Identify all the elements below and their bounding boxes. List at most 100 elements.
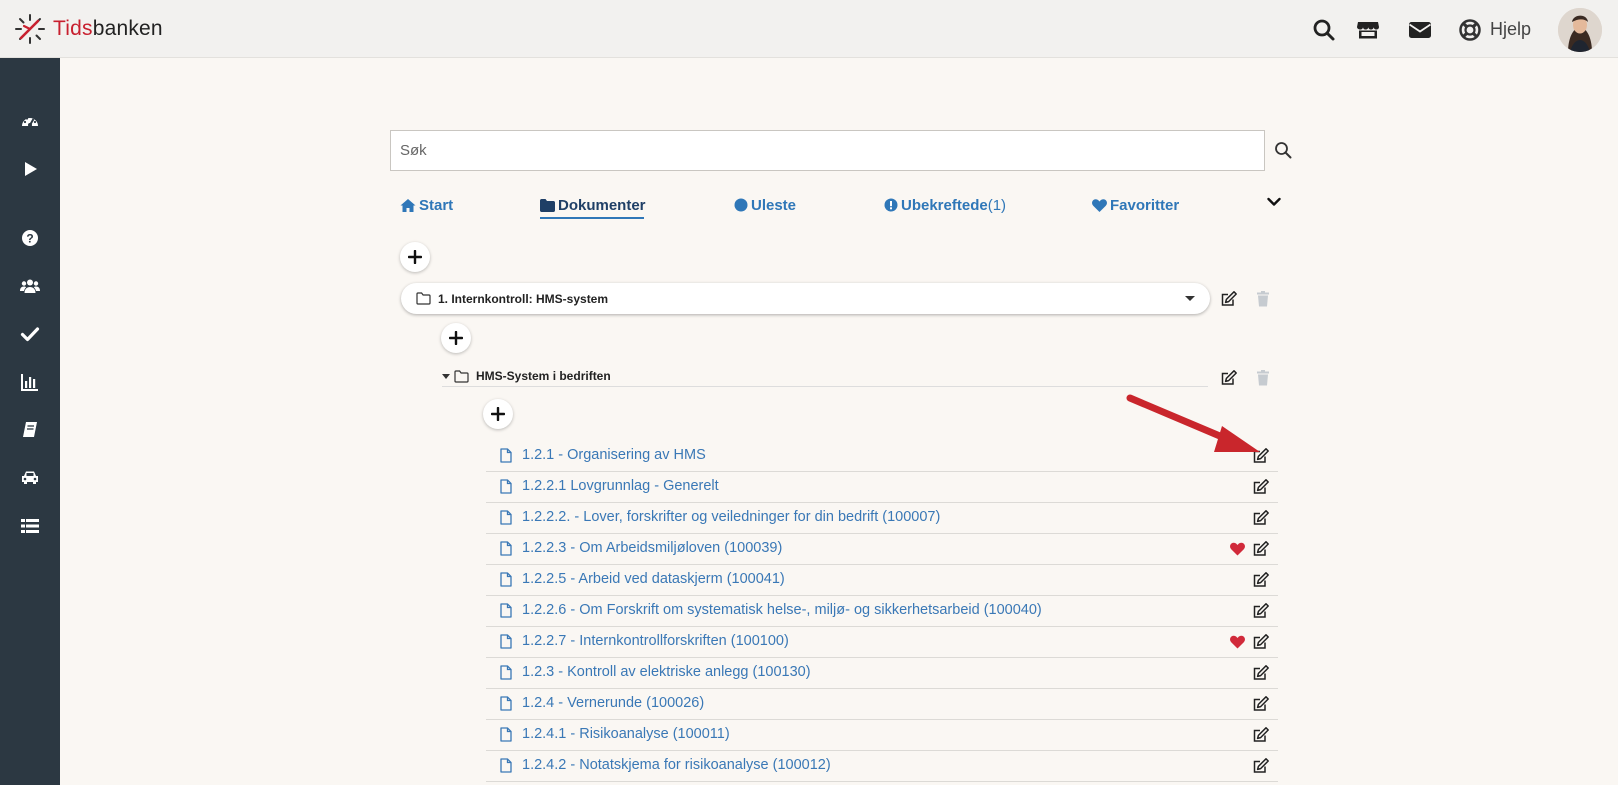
edit-icon[interactable] [1252, 633, 1270, 651]
document-row: 1.2.2.1 Lovgrunnlag - Generelt [486, 472, 1278, 503]
tab-favoritter-label: Favoritter [1110, 196, 1180, 214]
document-title: 1.2.2.7 - Internkontrollforskriften (100… [522, 633, 789, 649]
chevron-down-icon[interactable] [1266, 194, 1282, 210]
subfolder-row[interactable]: HMS-System i bedriften [442, 366, 1208, 387]
search-input[interactable] [390, 130, 1265, 171]
users-icon[interactable] [20, 276, 40, 296]
document-row: 1.2.3 - Kontroll av elektriske anlegg (1… [486, 658, 1278, 689]
subfolder-name: HMS-System i bedriften [476, 369, 611, 383]
file-icon [500, 540, 512, 556]
edit-icon[interactable] [1252, 571, 1270, 589]
document-row: 1.2.4.1 - Risikoanalyse (100011) [486, 720, 1278, 751]
edit-icon[interactable] [1252, 602, 1270, 620]
favorite-heart-icon[interactable] [1230, 635, 1245, 649]
document-title: 1.2.4.2 - Notatskjema for risikoanalyse … [522, 757, 831, 773]
tab-start[interactable]: Start [400, 193, 453, 217]
car-icon[interactable] [20, 468, 40, 488]
document-row: 1.2.2.3 - Om Arbeidsmiljøloven (100039) [486, 534, 1278, 565]
logo[interactable]: Tidsbanken [14, 13, 163, 45]
document-link[interactable]: 1.2.2.1 Lovgrunnlag - Generelt [500, 478, 719, 494]
tab-favoritter[interactable]: Favoritter [1092, 193, 1179, 217]
list-icon[interactable] [20, 516, 40, 536]
file-icon [500, 726, 512, 742]
document-link[interactable]: 1.2.2.6 - Om Forskrift om systematisk he… [500, 602, 1042, 618]
document-link[interactable]: 1.2.2.3 - Om Arbeidsmiljøloven (100039) [500, 540, 782, 556]
file-icon [500, 633, 512, 649]
document-title: 1.2.3 - Kontroll av elektriske anlegg (1… [522, 664, 811, 680]
caret-down-icon [1185, 296, 1195, 301]
file-icon [500, 602, 512, 618]
check-icon[interactable] [20, 324, 40, 344]
file-icon [500, 757, 512, 773]
document-link[interactable]: 1.2.4 - Vernerunde (100026) [500, 695, 704, 711]
tab-dokumenter-label: Dokumenter [558, 196, 646, 214]
tab-dokumenter[interactable]: Dokumenter [540, 193, 646, 217]
exclamation-icon [884, 198, 898, 212]
document-link[interactable]: 1.2.2.5 - Arbeid ved dataskjerm (100041) [500, 571, 785, 587]
tab-uleste[interactable]: Uleste [734, 193, 796, 217]
document-title: 1.2.4 - Vernerunde (100026) [522, 695, 705, 711]
lifebuoy-icon[interactable] [1458, 18, 1482, 42]
avatar[interactable] [1558, 8, 1602, 52]
trash-icon[interactable] [1254, 369, 1272, 387]
document-link[interactable]: 1.2.1 - Organisering av HMS [500, 447, 706, 463]
search-icon[interactable] [1312, 18, 1336, 42]
document-row: 1.2.4.2 - Notatskjema for risikoanalyse … [486, 751, 1278, 782]
logo-icon [15, 14, 45, 44]
folder-icon [540, 198, 555, 212]
question-icon[interactable]: ? [20, 228, 40, 248]
edit-icon[interactable] [1252, 540, 1270, 558]
document-list: 1.2.1 - Organisering av HMS 1.2.2.1 Lovgr… [486, 441, 1278, 782]
play-icon[interactable] [20, 159, 40, 179]
edit-icon[interactable] [1252, 726, 1270, 744]
file-icon [500, 478, 512, 494]
edit-icon[interactable] [1220, 290, 1238, 308]
caret-down-icon [442, 373, 450, 379]
book-icon[interactable] [20, 420, 40, 440]
document-link[interactable]: 1.2.4.2 - Notatskjema for risikoanalyse … [500, 757, 831, 773]
document-title: 1.2.2.6 - Om Forskrift om systematisk he… [522, 602, 1042, 618]
edit-icon[interactable] [1252, 509, 1270, 527]
trash-icon[interactable] [1254, 290, 1272, 308]
document-title: 1.2.1 - Organisering av HMS [522, 447, 706, 463]
edit-icon[interactable] [1252, 478, 1270, 496]
document-link[interactable]: 1.2.4.1 - Risikoanalyse (100011) [500, 726, 730, 742]
add-folder-button[interactable] [400, 242, 430, 272]
home-icon [400, 198, 416, 212]
edit-icon[interactable] [1252, 695, 1270, 713]
help-label[interactable]: Hjelp [1490, 19, 1531, 40]
tab-ubekreftede[interactable]: Ubekreftede (1) [884, 193, 1006, 217]
add-document-button[interactable] [483, 399, 513, 429]
store-icon[interactable] [1356, 18, 1380, 42]
document-row: 1.2.2.7 - Internkontrollforskriften (100… [486, 627, 1278, 658]
folder-outline-icon [416, 292, 431, 305]
envelope-icon[interactable] [1408, 18, 1432, 42]
document-link[interactable]: 1.2.3 - Kontroll av elektriske anlegg (1… [500, 664, 811, 680]
avatar-image [1558, 8, 1602, 52]
tab-uleste-label: Uleste [751, 196, 797, 214]
edit-icon[interactable] [1252, 757, 1270, 775]
edit-icon[interactable] [1220, 369, 1238, 387]
heart-icon [1092, 198, 1107, 212]
add-subfolder-button[interactable] [441, 323, 471, 353]
tab-ubekreftede-label: Ubekreftede [901, 196, 988, 214]
favorite-heart-icon[interactable] [1230, 542, 1245, 556]
file-icon [500, 447, 512, 463]
file-icon [500, 571, 512, 587]
logo-text-suffix: banken [92, 17, 163, 40]
folder-dropdown[interactable]: 1. Internkontroll: HMS-system [401, 283, 1210, 314]
edit-icon[interactable] [1252, 447, 1270, 465]
dashboard-icon[interactable] [20, 111, 40, 131]
document-row: 1.2.2.6 - Om Forskrift om systematisk he… [486, 596, 1278, 627]
document-row: 1.2.1 - Organisering av HMS [486, 441, 1278, 472]
document-link[interactable]: 1.2.2.7 - Internkontrollforskriften (100… [500, 633, 789, 649]
bar-chart-icon[interactable] [20, 372, 40, 392]
tab-ubekreftede-count: (1) [987, 196, 1007, 214]
edit-icon[interactable] [1252, 664, 1270, 682]
document-title: 1.2.4.1 - Risikoanalyse (100011) [522, 726, 730, 742]
document-row: 1.2.4 - Vernerunde (100026) [486, 689, 1278, 720]
svg-text:?: ? [26, 232, 33, 246]
document-link[interactable]: 1.2.2.2. - Lover, forskrifter og veiledn… [500, 509, 940, 525]
file-icon [500, 664, 512, 680]
search-button-icon[interactable] [1274, 141, 1292, 159]
